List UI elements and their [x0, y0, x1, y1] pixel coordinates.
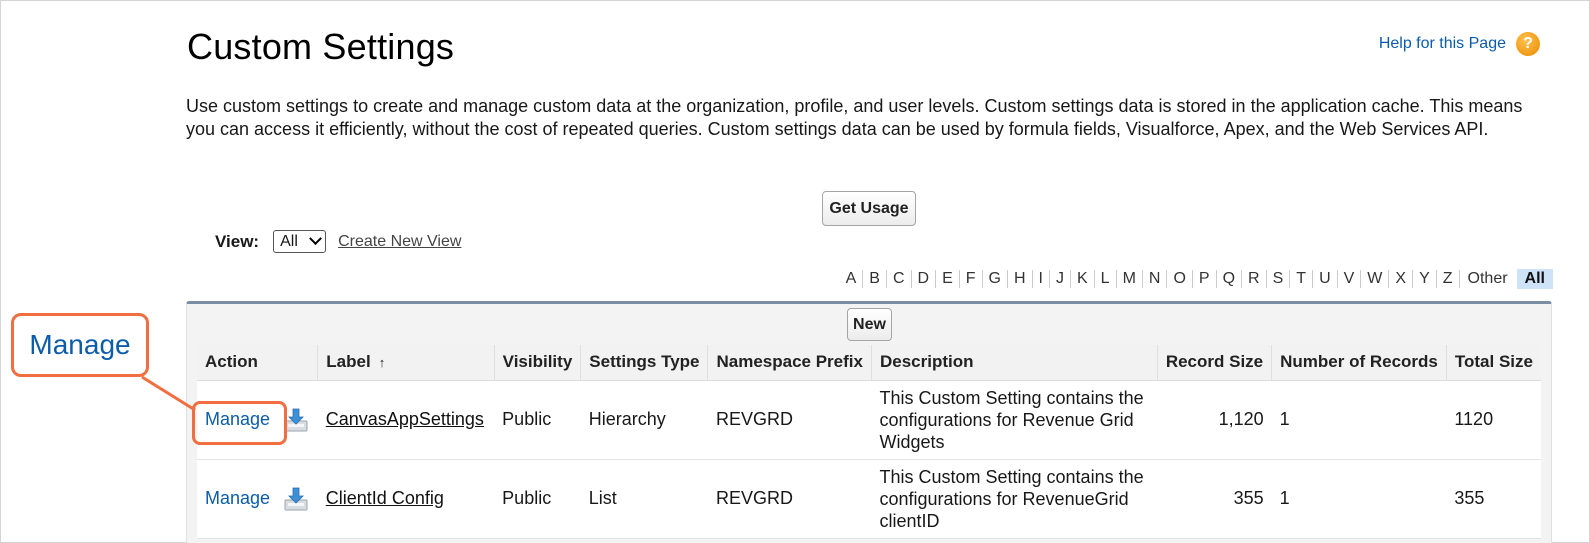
download-icon[interactable]: [283, 486, 309, 512]
alpha-letter[interactable]: C: [887, 270, 912, 288]
table-row: Manage ClientId Config Public List REVGR…: [197, 459, 1541, 539]
total-size-cell: 355: [1446, 459, 1541, 539]
column-header-label[interactable]: Label ↑: [317, 345, 495, 381]
number-of-records-cell: 1: [1271, 380, 1447, 460]
column-header-record-size[interactable]: Record Size: [1157, 345, 1273, 381]
view-select-value: All: [280, 232, 298, 250]
alpha-letter[interactable]: B: [863, 270, 887, 288]
alpha-letter[interactable]: M: [1117, 270, 1143, 288]
description-cell: This Custom Setting contains the configu…: [871, 380, 1158, 460]
alpha-letter[interactable]: F: [960, 270, 983, 288]
help-link-label: Help for this Page: [1378, 35, 1506, 52]
visibility-cell: Public: [494, 459, 581, 539]
namespace-prefix-cell: REVGRD: [707, 459, 872, 539]
help-icon: ?: [1516, 32, 1540, 56]
alpha-letter[interactable]: W: [1361, 270, 1390, 288]
table-header-row: Action Label ↑ Visibility Settings Type N…: [197, 345, 1541, 381]
settings-type-cell: List: [580, 459, 708, 539]
alpha-letter[interactable]: Z: [1437, 270, 1460, 288]
alpha-letter[interactable]: N: [1143, 270, 1168, 288]
column-header-namespace-prefix[interactable]: Namespace Prefix: [707, 345, 872, 381]
alpha-letter[interactable]: X: [1389, 270, 1414, 288]
alpha-letter[interactable]: T: [1290, 270, 1314, 288]
alpha-all[interactable]: All: [1516, 269, 1553, 289]
total-size-cell: 1120: [1446, 380, 1541, 460]
column-header-label-text: Label: [326, 352, 371, 372]
alpha-letter[interactable]: H: [1008, 270, 1033, 288]
action-cell: Manage: [197, 459, 318, 539]
create-new-view-link[interactable]: Create New View: [338, 233, 461, 251]
record-size-cell: 1,120: [1157, 380, 1272, 460]
column-header-action: Action: [197, 345, 319, 381]
alpha-letter[interactable]: I: [1033, 270, 1050, 288]
column-header-description[interactable]: Description: [871, 345, 1158, 381]
view-filter: View: All Create New View: [215, 230, 461, 253]
column-header-number-of-records[interactable]: Number of Records: [1271, 345, 1447, 381]
manage-link[interactable]: Manage: [205, 488, 270, 509]
alpha-letter[interactable]: K: [1071, 270, 1095, 288]
alpha-letter[interactable]: V: [1338, 270, 1362, 288]
alphabet-filter: A B C D E F G H I J K L M N O P Q R S T …: [840, 269, 1553, 289]
record-size-cell: 355: [1157, 459, 1272, 539]
alpha-letter[interactable]: Q: [1217, 270, 1243, 288]
column-header-settings-type[interactable]: Settings Type: [580, 345, 709, 381]
manage-callout: Manage: [11, 313, 149, 377]
setting-label-link[interactable]: CanvasAppSettings: [326, 409, 484, 429]
alpha-other[interactable]: Other: [1460, 270, 1517, 288]
alpha-letter[interactable]: U: [1313, 270, 1338, 288]
table-row: Manage CanvasAppSettings Public Hierarch…: [197, 380, 1541, 460]
alpha-letter[interactable]: P: [1193, 270, 1217, 288]
label-cell: CanvasAppSettings: [317, 380, 495, 460]
namespace-prefix-cell: REVGRD: [707, 380, 872, 460]
get-usage-button[interactable]: Get Usage: [822, 191, 916, 226]
column-header-visibility[interactable]: Visibility: [494, 345, 582, 381]
label-cell: ClientId Config: [317, 459, 495, 539]
alpha-letter[interactable]: G: [983, 270, 1008, 288]
alpha-letter[interactable]: E: [936, 270, 960, 288]
alpha-letter[interactable]: Y: [1413, 270, 1437, 288]
page-title: Custom Settings: [187, 26, 455, 67]
alpha-letter[interactable]: O: [1167, 270, 1193, 288]
visibility-cell: Public: [494, 380, 581, 460]
sort-ascending-icon: ↑: [378, 355, 386, 371]
number-of-records-cell: 1: [1271, 459, 1447, 539]
alpha-letter[interactable]: J: [1050, 270, 1071, 288]
custom-settings-table: Action Label ↑ Visibility Settings Type N…: [197, 345, 1541, 539]
page-description: Use custom settings to create and manage…: [186, 96, 1523, 139]
description-cell: This Custom Setting contains the configu…: [871, 459, 1158, 539]
alpha-letter[interactable]: S: [1267, 270, 1291, 288]
manage-highlight: [192, 401, 287, 445]
view-select[interactable]: All: [273, 230, 327, 253]
alpha-letter[interactable]: R: [1242, 270, 1267, 288]
setting-label-link[interactable]: ClientId Config: [326, 488, 444, 508]
alpha-letter[interactable]: L: [1095, 270, 1117, 288]
alpha-letter[interactable]: D: [912, 270, 937, 288]
new-button[interactable]: New: [847, 308, 892, 341]
chevron-down-icon: [309, 232, 322, 246]
settings-type-cell: Hierarchy: [580, 380, 708, 460]
alpha-letter[interactable]: A: [840, 270, 864, 288]
view-label: View:: [215, 231, 260, 251]
column-header-total-size[interactable]: Total Size: [1446, 345, 1541, 381]
help-link[interactable]: Help for this Page ?: [1379, 32, 1540, 56]
